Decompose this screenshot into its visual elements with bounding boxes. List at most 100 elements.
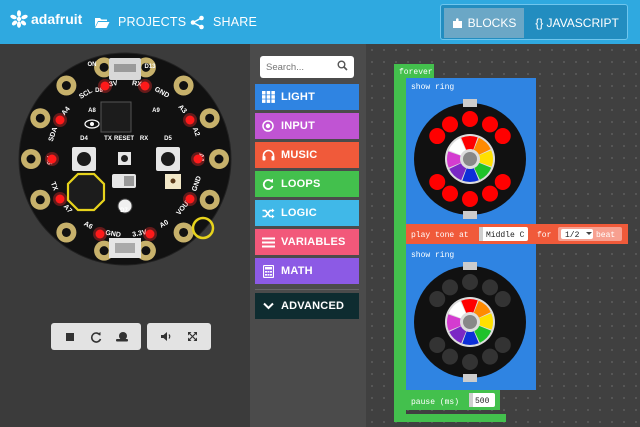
duration-value: 1/2	[565, 231, 580, 240]
javascript-label: {} JAVASCRIPT	[535, 16, 619, 30]
pause-value: 500	[475, 397, 490, 406]
chevron-down-icon	[261, 299, 275, 313]
simulator-panel: GNDA6A7TXA5SDAA4SCL3.3VRXGNDA3A2A1GNDVOU…	[0, 44, 250, 427]
chip-label: ON	[88, 62, 97, 68]
forever-label: forever	[399, 68, 433, 77]
ring-led[interactable]	[494, 291, 511, 308]
blocks-tab[interactable]: BLOCKS	[444, 8, 524, 38]
ring-led[interactable]	[429, 291, 446, 308]
neopixel-led	[100, 81, 110, 91]
chip-label: D7	[120, 208, 128, 214]
ring-led[interactable]	[462, 274, 478, 290]
show-ring-label: show ring	[411, 251, 454, 260]
refresh-icon	[90, 331, 102, 343]
share-label: SHARE	[213, 15, 258, 29]
category-label: MATH	[281, 265, 313, 277]
show-ring-block-2[interactable]: show ring	[406, 244, 536, 390]
pause-block[interactable]: pause (ms) 500	[406, 390, 500, 410]
calculator-icon	[261, 264, 275, 278]
adafruit-logo[interactable]: adafruit	[10, 10, 82, 28]
toolbox-divider	[255, 289, 359, 290]
ring-led[interactable]	[442, 185, 458, 202]
button-b[interactable]	[156, 147, 180, 171]
ring-led[interactable]	[482, 185, 498, 202]
share-button[interactable]: SHARE	[190, 0, 257, 44]
editor-mode-toggle: BLOCKS {} JAVASCRIPT	[440, 4, 628, 40]
top-bar: adafruit PROJECTS SHARE BLOCKS {} JAVASC…	[0, 0, 640, 44]
fullscreen-button[interactable]	[179, 323, 205, 350]
projects-button[interactable]: PROJECTS	[94, 0, 186, 44]
blocks-workspace[interactable]: forever show ring play tone at Middle C …	[366, 44, 640, 427]
play-tone-label: play tone at	[411, 231, 469, 240]
play-tone-block[interactable]: play tone at Middle C for 1/2 beat	[406, 224, 628, 244]
chip-label: D5	[164, 136, 172, 142]
category-advanced[interactable]: ADVANCED	[255, 293, 359, 319]
neopixel-led	[55, 115, 65, 125]
category-logic[interactable]: LOGIC	[255, 200, 359, 226]
ring-led[interactable]	[462, 354, 478, 370]
beat-label: beat	[596, 231, 615, 240]
ring-led[interactable]	[429, 128, 446, 145]
chip-label: RESET	[114, 136, 134, 142]
tone-note-input[interactable]: Middle C	[479, 227, 528, 241]
neopixel-led	[55, 194, 65, 204]
category-music[interactable]: MUSIC	[255, 142, 359, 168]
fullscreen-icon	[187, 332, 197, 341]
ring-led[interactable]	[442, 116, 458, 133]
neopixel-led	[185, 115, 195, 125]
neopixel-led	[193, 154, 203, 164]
view-controls	[147, 323, 211, 350]
microcontroller-chip	[100, 101, 132, 133]
chip-label: D13	[144, 64, 156, 70]
category-math[interactable]: MATH	[255, 258, 359, 284]
chip-label: D4	[80, 136, 88, 142]
ring-led[interactable]	[482, 279, 498, 296]
circuit-playground-board[interactable]: GNDA6A7TXA5SDAA4SCL3.3VRXGNDA3A2A1GNDVOU…	[0, 44, 250, 274]
category-label: MUSIC	[281, 149, 318, 161]
search-box	[260, 56, 354, 78]
folder-open-icon	[95, 17, 110, 28]
category-loops[interactable]: LOOPS	[255, 171, 359, 197]
neopixel-led	[140, 81, 150, 91]
category-light[interactable]: LIGHT	[255, 84, 359, 110]
chip-label: A8	[88, 108, 96, 114]
chip-label: A9	[152, 108, 160, 114]
shuffle-icon	[261, 206, 275, 220]
playback-controls	[51, 323, 141, 350]
mute-button[interactable]	[153, 323, 179, 350]
category-label: LOOPS	[281, 178, 321, 190]
stop-button[interactable]	[57, 323, 83, 350]
for-label: for	[537, 231, 552, 240]
ring-led[interactable]	[482, 348, 498, 365]
chip-label: RX	[140, 136, 148, 142]
ring-led[interactable]	[482, 116, 498, 133]
category-input[interactable]: INPUT	[255, 113, 359, 139]
javascript-tab[interactable]: {} JAVASCRIPT	[529, 8, 625, 38]
search-icon[interactable]	[337, 60, 348, 71]
ring-led[interactable]	[429, 336, 446, 353]
category-label: VARIABLES	[281, 236, 346, 248]
show-ring-label: show ring	[411, 83, 454, 92]
ring-led[interactable]	[494, 173, 511, 190]
ring-led[interactable]	[494, 128, 511, 145]
radio-icon	[261, 119, 275, 133]
neopixel-led	[145, 229, 155, 239]
ring-led[interactable]	[494, 336, 511, 353]
pause-label: pause (ms)	[411, 398, 459, 407]
category-label: ADVANCED	[281, 300, 345, 312]
toolbox: LIGHT INPUT MUSIC LOOPS LOGIC	[250, 44, 366, 427]
ring-led[interactable]	[442, 348, 458, 365]
pause-value-input[interactable]: 500	[469, 393, 495, 407]
ring-led[interactable]	[442, 279, 458, 296]
duration-dropdown[interactable]: 1/2 beat	[558, 227, 622, 241]
ring-led[interactable]	[429, 173, 446, 190]
show-ring-block-1[interactable]: show ring	[406, 78, 536, 228]
search-input[interactable]	[266, 58, 332, 76]
slow-mode-button[interactable]	[109, 323, 135, 350]
ring-led[interactable]	[462, 111, 478, 127]
category-variables[interactable]: VARIABLES	[255, 229, 359, 255]
button-a[interactable]	[72, 147, 96, 171]
headphones-icon	[261, 148, 275, 162]
ring-led[interactable]	[462, 191, 478, 207]
restart-button[interactable]	[83, 323, 109, 350]
